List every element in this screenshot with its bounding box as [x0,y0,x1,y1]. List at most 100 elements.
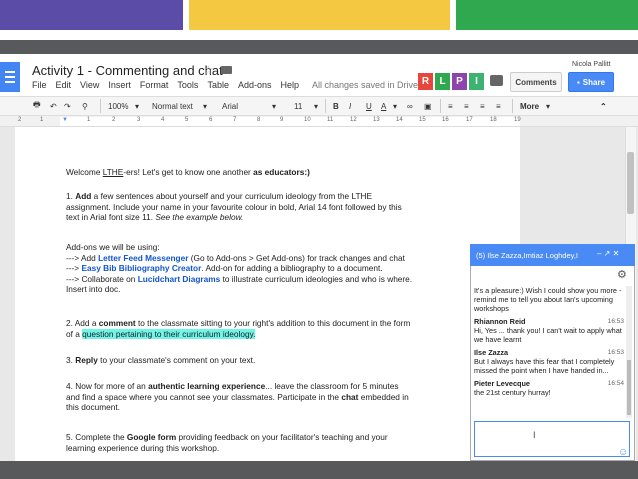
addon2-link[interactable]: Easy Bib Bibliography Creator [81,263,201,273]
emoji-icon[interactable]: ☺ [618,447,628,458]
align-right-icon[interactable]: ≡ [480,99,485,113]
chat-scroll-thumb[interactable] [627,360,631,415]
welcome-pre: Welcome [66,167,103,177]
chat-message-text: Hi, Yes ... thank you! I can't wait to a… [474,326,622,344]
menu-bar: File Edit View Insert Format Tools Table… [32,80,427,90]
chat-message-text: the 21st century hurray! [474,388,551,397]
ruler-tick: 15 [419,117,426,123]
doc-paragraph-2[interactable]: 2. Add a comment to the classmate sittin… [66,318,461,339]
p5-bold: Google form [126,432,177,442]
menu-format[interactable]: Format [140,80,169,90]
align-center-icon[interactable]: ≡ [464,99,469,113]
addon3-line2: Insert into doc. [66,284,121,295]
chat-input[interactable] [474,421,630,457]
ruler-indent-marker-icon[interactable]: ▼ [62,117,68,123]
zoom-select[interactable]: 100% [108,99,128,113]
menu-help[interactable]: Help [280,80,299,90]
more-chevron-down-icon[interactable]: ▾ [546,99,550,113]
toolbar-divider [440,99,441,113]
gear-icon[interactable]: ⚙ [617,268,627,281]
chat-message-text: It's a pleasure:) Wish I could show you … [474,286,622,313]
doc-title[interactable]: Activity 1 - Commenting and chat [32,63,223,78]
folder-icon[interactable] [221,66,232,74]
chat-window-controls[interactable]: – ↗ ✕ [597,249,619,258]
style-select[interactable]: Normal text [152,99,193,113]
chat-message-author: Ilse Zazza [474,348,509,357]
size-chevron-down-icon[interactable]: ▾ [314,99,318,113]
paint-format-icon[interactable]: ⚲ [82,99,88,113]
doc-welcome[interactable]: Welcome LTHE-ers! Let's get to know one … [66,167,461,178]
font-select[interactable]: Arial [222,99,238,113]
text-color-chevron-down-icon[interactable]: ▾ [393,99,397,113]
collaborator-avatar-p[interactable]: P [452,73,467,90]
document-scroll-thumb[interactable] [627,152,634,214]
menu-view[interactable]: View [80,80,99,90]
ruler-tick: 4 [161,117,165,123]
doc-paragraph-1[interactable]: 1. Add a few sentences about yourself an… [66,191,461,223]
doc-addons[interactable]: Add-ons we will be using: ---> Add Lette… [66,242,461,295]
menu-table[interactable]: Table [207,80,229,90]
p5-line2: learning experience during this workshop… [66,442,220,453]
collaborator-avatar-i[interactable]: I [469,73,484,90]
zoom-chevron-down-icon[interactable]: ▾ [135,99,139,113]
style-chevron-down-icon[interactable]: ▾ [203,99,207,113]
collaborator-avatar-r[interactable]: R [418,73,433,90]
p1-add: Add [75,191,92,201]
p5-pre: 5. Complete the [66,432,127,442]
addon1-link[interactable]: Letter Feed Messenger [98,253,188,263]
saved-status: All changes saved in Drive [312,80,419,90]
collapse-toolbar-icon[interactable]: ⌃ [600,99,607,113]
ruler-tick: 19 [514,117,521,123]
addon3-link[interactable]: Lucidchart Diagrams [138,274,221,284]
share-button[interactable]: ▪ Share [568,72,614,92]
print-icon[interactable]: 🖶 [33,99,41,113]
doc-paragraph-5[interactable]: 5. Complete the Google form providing fe… [66,432,461,453]
ruler-tick: 7 [233,117,237,123]
menu-insert[interactable]: Insert [108,80,131,90]
addon3-post: to illustrate curriculum ideologies and … [220,273,413,284]
align-justify-icon[interactable]: ≡ [496,99,501,113]
p4-line2-post: embedded in [358,391,409,402]
addon1-pre: ---> Add [66,252,99,263]
welcome-mid: -ers! Let's get to know one another [123,167,254,177]
menu-addons[interactable]: Add-ons [238,80,272,90]
addon1-post: (Go to Add-ons > Get Add-ons) for track … [188,252,405,263]
share-label: Share [582,77,606,87]
font-size-select[interactable]: 11 [294,99,302,113]
chat-messages: It's a pleasure:) Wish I could show you … [474,286,624,401]
underline-button[interactable]: U [366,99,372,113]
more-button[interactable]: More [520,99,539,113]
p4-line3: this document. [66,402,120,413]
menu-tools[interactable]: Tools [177,80,198,90]
ruler-page-area [60,117,520,126]
doc-paragraph-4[interactable]: 4. Now for more of an authentic learning… [66,381,461,413]
p4-post: ... leave the classroom for 5 minutes [265,381,399,391]
color-bar-yellow [189,0,450,30]
chat-message-time: 16:53 [607,318,624,325]
redo-icon[interactable]: ↷ [64,99,71,113]
chat-message-author: Rhiannon Reid [474,317,526,326]
comment-icon[interactable]: ▣ [424,99,432,113]
collaborator-avatar-l[interactable]: L [435,73,450,90]
docs-logo-icon[interactable] [0,62,20,92]
font-chevron-down-icon[interactable]: ▾ [272,99,276,113]
undo-icon[interactable]: ↶ [50,99,57,113]
p2-highlighted-text[interactable]: question pertaining to their curriculum … [82,328,256,339]
menu-file[interactable]: File [32,80,47,90]
link-icon[interactable]: ∞ [407,99,413,113]
text-color-button[interactable]: A [381,99,386,113]
star-icon[interactable]: ☆ [203,63,214,77]
p1-line3: text in Arial font size 11. [66,212,156,223]
chat-icon[interactable] [490,75,503,86]
doc-paragraph-3[interactable]: 3. Reply to your classmate's comment on … [66,355,461,366]
slide: Activity 1 - Commenting and chat ☆ Nicol… [0,0,638,479]
bold-button[interactable]: B [333,99,339,113]
user-name[interactable]: Nicola Pallitt [572,61,611,68]
p1-line2: assignment. Include your name in your fa… [66,201,402,212]
align-left-icon[interactable]: ≡ [448,99,453,113]
italic-button[interactable]: I [349,99,351,113]
p2-pre: 2. Add a [66,318,99,328]
menu-edit[interactable]: Edit [56,80,72,90]
p4-bold: authentic learning experience [148,381,266,391]
comments-button[interactable]: Comments [510,72,562,92]
